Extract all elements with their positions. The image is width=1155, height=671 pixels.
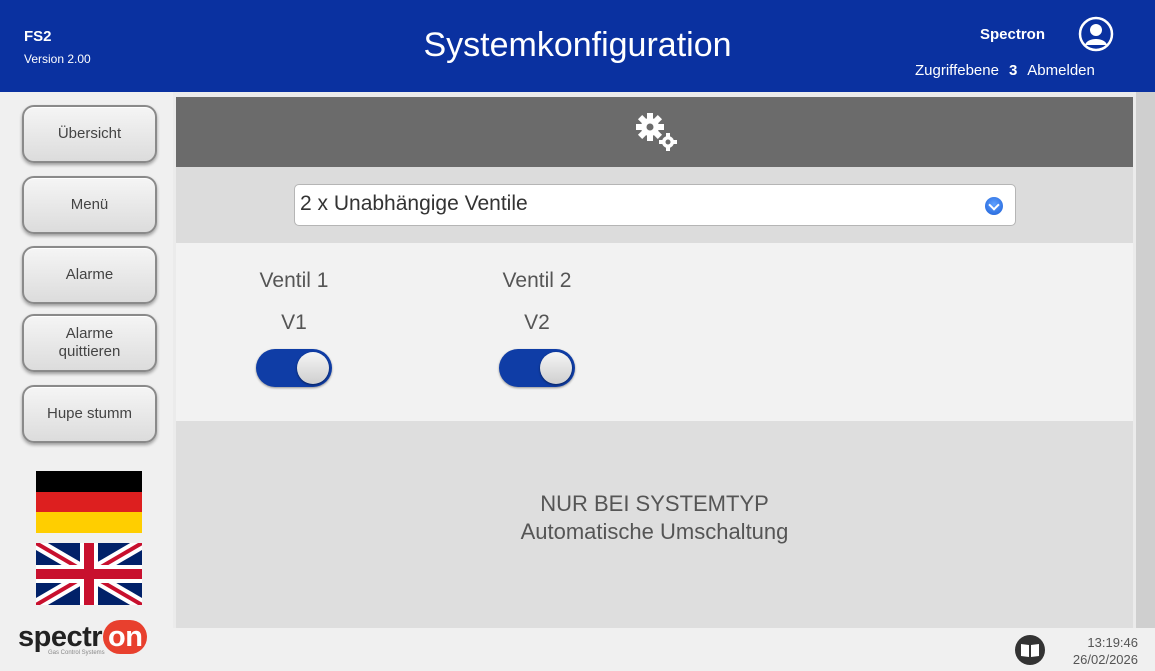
valve-2: Ventil 2 V2 [477,269,597,387]
acknowledge-alarms-label-line1: Alarme [65,325,114,342]
info-line-1: NUR BEI SYSTEMTYP [540,491,769,516]
access-level-info: Zugriffebene 3 Abmelden [915,62,1095,79]
spectron-logo: spectr on Gas Control Systems [18,620,148,656]
footer-bar: 13:19:46 26/02/2026 [173,628,1155,671]
gears-icon [636,113,677,151]
toggle-knob [540,352,572,384]
user-icon[interactable] [1078,16,1114,52]
logo-text-accent: on [103,620,148,654]
alarms-button-label: Alarme [65,266,114,283]
config-header [176,97,1133,167]
valves-panel: Ventil 1 V1 Ventil 2 V2 [176,243,1133,421]
system-type-select[interactable]: 2 x Unabhängige Ventile [294,184,1016,226]
system-type-row: 2 x Unabhängige Ventile [176,167,1133,243]
acknowledge-alarms-label-line2: quittieren [58,343,121,360]
access-level-value: 3 [1008,62,1018,79]
clock-time: 13:19:46 [1087,635,1138,650]
valve-1-code: V1 [281,311,307,334]
clock-date: 26/02/2026 [1072,652,1138,667]
manual-book-icon[interactable] [1014,634,1046,666]
germany-flag[interactable] [36,471,142,533]
user-name: Spectron [979,26,1045,43]
valve-1-name: Ventil 1 [259,269,329,292]
valve-2-toggle[interactable] [499,349,575,387]
logo-text-main: spectr [18,620,103,653]
valve-1-toggle[interactable] [256,349,332,387]
access-level-label: Zugriffebene [915,62,999,79]
valve-1: Ventil 1 V1 [234,269,354,387]
overview-button[interactable]: Übersicht [22,105,157,163]
info-panel: NUR BEI SYSTEMTYP Automatische Umschaltu… [176,421,1133,628]
alarms-button[interactable]: Alarme [22,246,157,304]
chevron-down-icon[interactable] [985,197,1003,215]
menu-button[interactable]: Menü [22,176,157,234]
toggle-knob [297,352,329,384]
acknowledge-alarms-button[interactable]: Alarme quittieren [22,314,157,372]
info-line-2: Automatische Umschaltung [520,519,789,544]
mute-horn-button[interactable]: Hupe stumm [22,385,157,443]
uk-flag[interactable] [36,543,142,605]
logout-link[interactable]: Abmelden [1027,62,1095,79]
main-panel: 2 x Unabhängige Ventile Ventil 1 V1 Vent… [173,92,1136,628]
header-bar: FS2 Version 2.00 Systemkonfiguration Spe… [0,0,1155,92]
overview-button-label: Übersicht [57,125,122,142]
menu-button-label: Menü [70,196,109,213]
system-type-value: 2 x Unabhängige Ventile [300,192,528,215]
valve-2-code: V2 [524,311,550,334]
mute-horn-button-label: Hupe stumm [46,405,133,422]
valve-2-name: Ventil 2 [502,269,572,292]
sidebar: Übersicht Menü Alarme Alarme quittieren … [0,92,173,671]
right-edge-bar [1136,92,1155,628]
clock: 13:19:46 26/02/2026 [1073,634,1138,668]
